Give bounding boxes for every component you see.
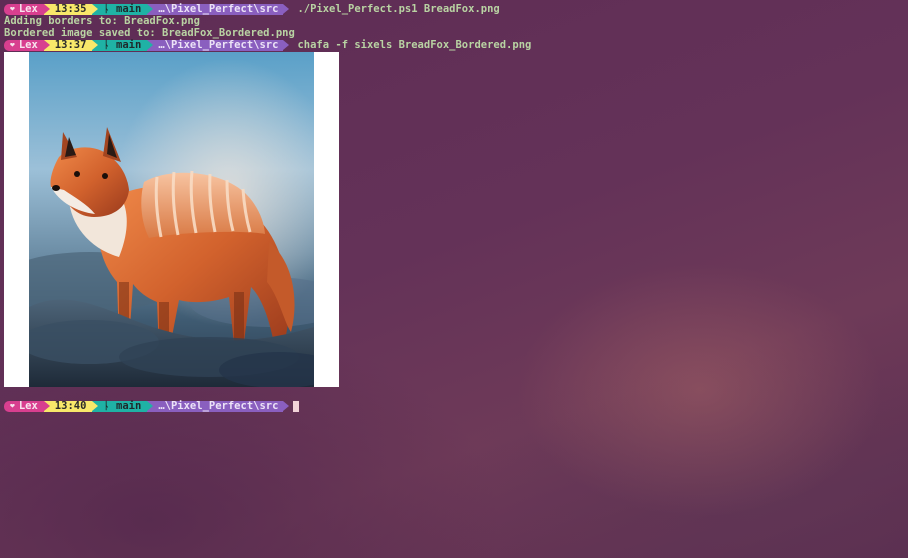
command-text: chafa -f sixels BreadFox_Bordered.png — [297, 39, 532, 51]
heart-icon: ❤ — [10, 401, 15, 410]
branch-name: main — [116, 39, 142, 51]
git-segment: ᚿ main — [92, 39, 154, 51]
user-name: Lex — [18, 39, 38, 51]
git-segment: ᚿ main — [92, 3, 154, 15]
user-name: Lex — [18, 400, 38, 412]
time-label: 13:37 — [54, 39, 87, 51]
path-label: …\Pixel_Perfect\src — [158, 400, 279, 412]
terminal-window[interactable]: ❤ Lex 13:35 ᚿ main …\Pixel_Perfect\src ./… — [0, 0, 908, 558]
output-line-1: Adding borders to: BreadFox.png — [4, 15, 200, 27]
git-branch-icon: ᚿ — [103, 39, 117, 51]
time-label: 13:35 — [54, 3, 87, 15]
time-segment: 13:40 — [43, 400, 98, 412]
git-segment: ᚿ main — [92, 400, 154, 412]
time-label: 13:40 — [54, 400, 87, 412]
command-text: ./Pixel_Perfect.ps1 BreadFox.png — [297, 3, 500, 15]
time-segment: 13:37 — [43, 39, 98, 51]
user-segment: ❤ Lex — [4, 400, 50, 412]
heart-icon: ❤ — [10, 4, 15, 13]
heart-icon: ❤ — [10, 40, 15, 49]
git-branch-icon: ᚿ — [103, 400, 117, 412]
prompt-line-1: ❤ Lex 13:35 ᚿ main …\Pixel_Perfect\src ./… — [4, 3, 500, 15]
path-label: …\Pixel_Perfect\src — [158, 39, 279, 51]
branch-name: main — [116, 3, 142, 15]
bread-fox-image — [29, 52, 314, 387]
output-text: Adding borders to: BreadFox.png — [4, 15, 200, 27]
prompt-line-3: ❤ Lex 13:40 ᚿ main …\Pixel_Perfect\src — [4, 400, 300, 412]
branch-name: main — [116, 400, 142, 412]
prompt-line-2: ❤ Lex 13:37 ᚿ main …\Pixel_Perfect\src ch… — [4, 39, 531, 51]
user-name: Lex — [18, 3, 38, 15]
git-branch-icon: ᚿ — [103, 3, 117, 15]
user-segment: ❤ Lex — [4, 3, 50, 15]
path-segment: …\Pixel_Perfect\src — [147, 39, 290, 51]
path-segment: …\Pixel_Perfect\src — [147, 3, 290, 15]
bordered-image-output — [4, 52, 339, 387]
path-segment: …\Pixel_Perfect\src — [147, 400, 290, 412]
time-segment: 13:35 — [43, 3, 98, 15]
output-line-2: Bordered image saved to: BreadFox_Border… — [4, 27, 295, 39]
user-segment: ❤ Lex — [4, 39, 50, 51]
text-cursor[interactable] — [293, 400, 300, 412]
path-label: …\Pixel_Perfect\src — [158, 3, 279, 15]
output-text: Bordered image saved to: BreadFox_Border… — [4, 27, 295, 39]
